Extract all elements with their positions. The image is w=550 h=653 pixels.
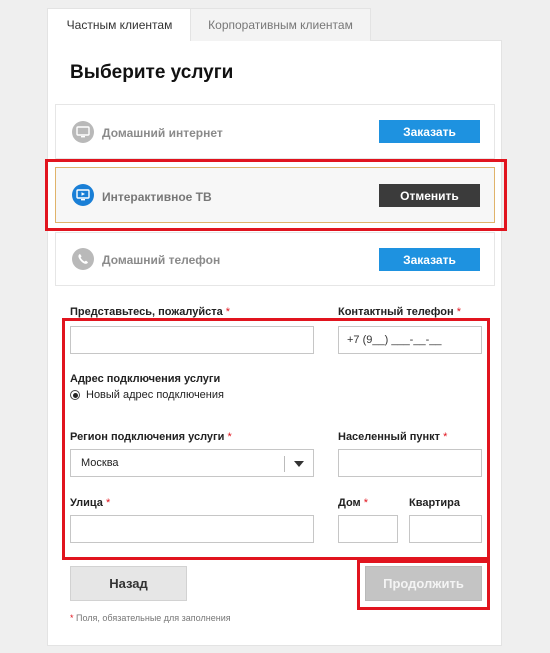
- phone-input[interactable]: [338, 326, 482, 354]
- service-home-phone: Домашний телефон Заказать: [55, 232, 495, 286]
- interactive-tv-icon: [72, 184, 94, 206]
- chevron-down-icon: [294, 461, 304, 467]
- service-label: Домашний телефон: [102, 253, 221, 267]
- name-label: Представьтесь, пожалуйста *: [70, 306, 231, 318]
- city-input[interactable]: [338, 449, 482, 477]
- required-fields-note: * Поля, обязательные для заполнения: [70, 613, 231, 623]
- region-selected-value: Москва: [81, 457, 119, 469]
- service-label: Домашний интернет: [102, 126, 223, 140]
- street-label: Улица *: [70, 497, 111, 509]
- address-heading: Адрес подключения услуги: [70, 373, 221, 385]
- tab-private-clients[interactable]: Частным клиентам: [47, 8, 192, 41]
- tv-monitor-icon: [72, 121, 94, 143]
- street-input[interactable]: [70, 515, 314, 543]
- phone-icon: [72, 248, 94, 270]
- service-interactive-tv: Интерактивное ТВ Отменить: [55, 167, 495, 223]
- region-label: Регион подключения услуги *: [70, 431, 232, 443]
- page-title: Выберите услуги: [70, 62, 234, 83]
- city-label: Населенный пункт *: [338, 431, 448, 443]
- region-select[interactable]: Москва: [70, 449, 314, 477]
- radio-label: Новый адрес подключения: [86, 389, 224, 401]
- phone-label: Контактный телефон *: [338, 306, 461, 318]
- continue-button[interactable]: Продолжить: [365, 566, 482, 601]
- house-label: Дом *: [338, 497, 369, 509]
- radio-button[interactable]: [70, 390, 80, 400]
- order-phone-button[interactable]: Заказать: [379, 248, 480, 271]
- apartment-input[interactable]: [409, 515, 482, 543]
- house-input[interactable]: [338, 515, 398, 543]
- new-address-radio-option[interactable]: Новый адрес подключения: [70, 389, 224, 401]
- name-input[interactable]: [70, 326, 314, 354]
- apartment-label: Квартира: [409, 497, 461, 509]
- back-button[interactable]: Назад: [70, 566, 187, 601]
- tab-corporate-clients[interactable]: Корпоративным клиентам: [190, 8, 371, 41]
- cancel-tv-button[interactable]: Отменить: [379, 184, 480, 207]
- order-internet-button[interactable]: Заказать: [379, 120, 480, 143]
- service-label: Интерактивное ТВ: [102, 190, 212, 204]
- service-home-internet: Домашний интернет Заказать: [55, 104, 495, 159]
